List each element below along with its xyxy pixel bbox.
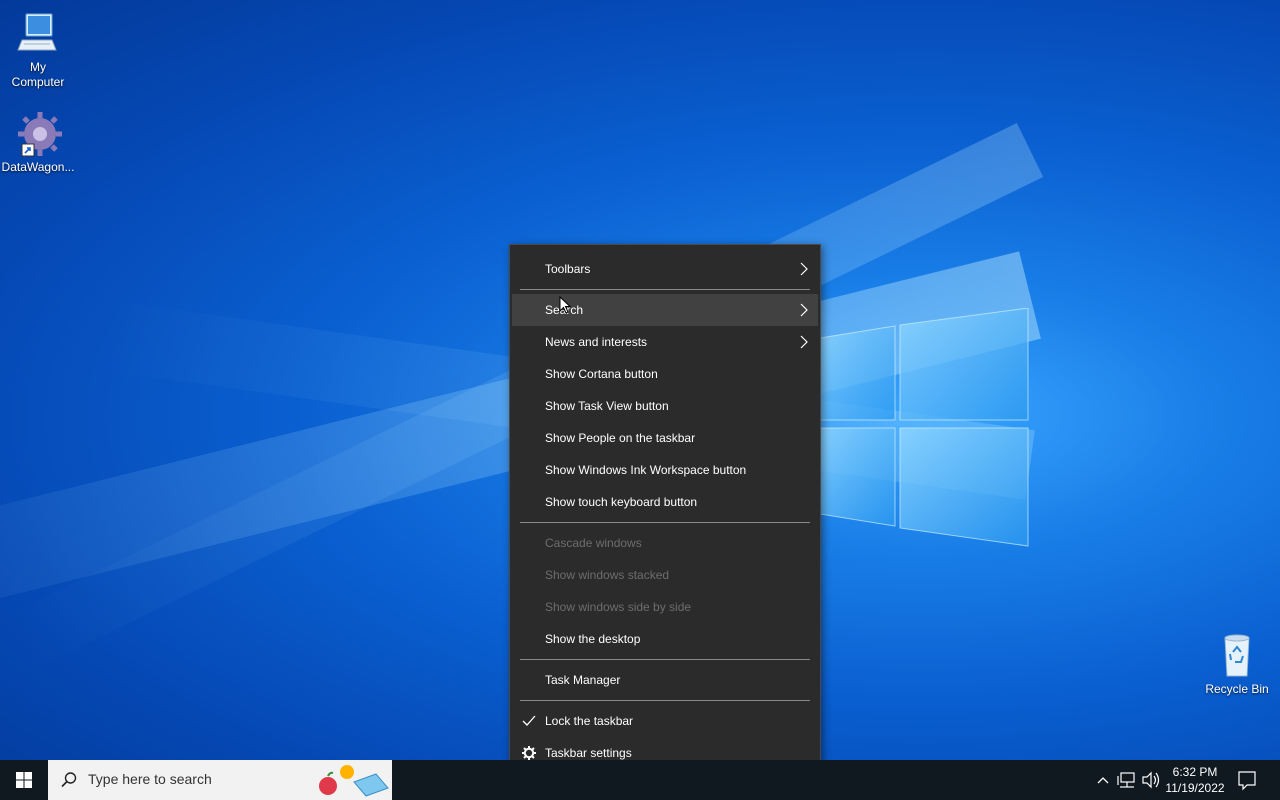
menu-item-label: Show touch keyboard button xyxy=(545,495,698,509)
menu-item-news-and-interests[interactable]: News and interests xyxy=(512,326,818,358)
mouse-cursor-icon xyxy=(559,296,571,314)
menu-item-label: Show the desktop xyxy=(545,632,641,646)
menu-item-show-ink-workspace[interactable]: Show Windows Ink Workspace button xyxy=(512,454,818,486)
menu-item-label: Show Windows Ink Workspace button xyxy=(545,463,747,477)
recycle-bin-icon xyxy=(1213,632,1261,680)
start-button[interactable] xyxy=(0,760,48,800)
desktop-icon-label: Computer xyxy=(11,75,65,89)
menu-separator xyxy=(520,289,810,290)
menu-item-show-windows-stacked: Show windows stacked xyxy=(512,559,818,591)
menu-item-task-manager[interactable]: Task Manager xyxy=(512,664,818,696)
chevron-right-icon xyxy=(800,303,808,317)
menu-item-show-the-desktop[interactable]: Show the desktop xyxy=(512,623,818,655)
menu-item-label: Show windows stacked xyxy=(545,568,670,582)
volume-icon[interactable] xyxy=(1140,760,1162,800)
menu-item-label: Show Task View button xyxy=(545,399,669,413)
clock-time: 6:32 PM xyxy=(1172,765,1218,779)
desktop-icon-datawagon[interactable]: DataWagon... xyxy=(0,110,76,175)
menu-item-show-task-view-button[interactable]: Show Task View button xyxy=(512,390,818,422)
menu-item-cascade-windows: Cascade windows xyxy=(512,527,818,559)
menu-item-label: Toolbars xyxy=(545,262,591,276)
clock-date: 11/19/2022 xyxy=(1165,781,1225,795)
menu-item-show-people[interactable]: Show People on the taskbar xyxy=(512,422,818,454)
checkmark-icon xyxy=(522,715,536,726)
desktop-icon-label: My xyxy=(30,60,46,74)
taskbar-clock[interactable]: 6:32 PM 11/19/2022 xyxy=(1160,764,1230,796)
desktop-icon-recycle-bin[interactable]: Recycle Bin xyxy=(1199,632,1275,697)
menu-item-label: Show People on the taskbar xyxy=(545,431,696,445)
menu-separator xyxy=(520,659,810,660)
notifications-icon[interactable] xyxy=(1236,760,1258,800)
menu-item-label: News and interests xyxy=(545,335,648,349)
menu-separator xyxy=(520,700,810,701)
chevron-right-icon xyxy=(800,335,808,349)
search-placeholder: Type here to search xyxy=(88,771,212,787)
search-icon xyxy=(61,772,77,788)
menu-separator xyxy=(520,522,810,523)
menu-item-label: Task Manager xyxy=(545,673,621,687)
menu-item-show-cortana-button[interactable]: Show Cortana button xyxy=(512,358,818,390)
desktop-icon-label: Recycle Bin xyxy=(1205,682,1269,696)
chevron-up-icon[interactable] xyxy=(1094,760,1112,800)
taskbar-search-box[interactable]: Type here to search xyxy=(48,760,392,800)
menu-item-label: Show windows side by side xyxy=(545,600,692,614)
menu-item-show-touch-keyboard[interactable]: Show touch keyboard button xyxy=(512,486,818,518)
menu-item-toolbars[interactable]: Toolbars xyxy=(512,253,818,285)
search-highlight-illustration-icon xyxy=(319,765,389,797)
chevron-right-icon xyxy=(800,262,808,276)
gear-shortcut-icon xyxy=(14,110,62,158)
windows-logo-wallpaper xyxy=(819,308,1029,547)
desktop-icon-my-computer[interactable]: My Computer xyxy=(0,10,76,90)
gear-icon xyxy=(522,746,536,760)
taskbar: Type here to search 6:32 PM 11/19/2022 xyxy=(0,760,1280,800)
menu-item-label: Show Cortana button xyxy=(545,367,658,381)
menu-item-label: Cascade windows xyxy=(545,536,642,550)
taskbar-context-menu: Toolbars Search News and interests Show … xyxy=(509,244,821,778)
network-icon[interactable] xyxy=(1116,760,1138,800)
menu-item-label: Lock the taskbar xyxy=(545,714,634,728)
menu-item-search[interactable]: Search xyxy=(512,294,818,326)
desktop-icon-label: DataWagon... xyxy=(1,160,75,174)
menu-item-label: Taskbar settings xyxy=(545,746,632,760)
menu-item-show-windows-side-by-side: Show windows side by side xyxy=(512,591,818,623)
menu-item-lock-the-taskbar[interactable]: Lock the taskbar xyxy=(512,705,818,737)
computer-icon xyxy=(14,10,62,58)
windows-start-icon xyxy=(16,772,32,788)
